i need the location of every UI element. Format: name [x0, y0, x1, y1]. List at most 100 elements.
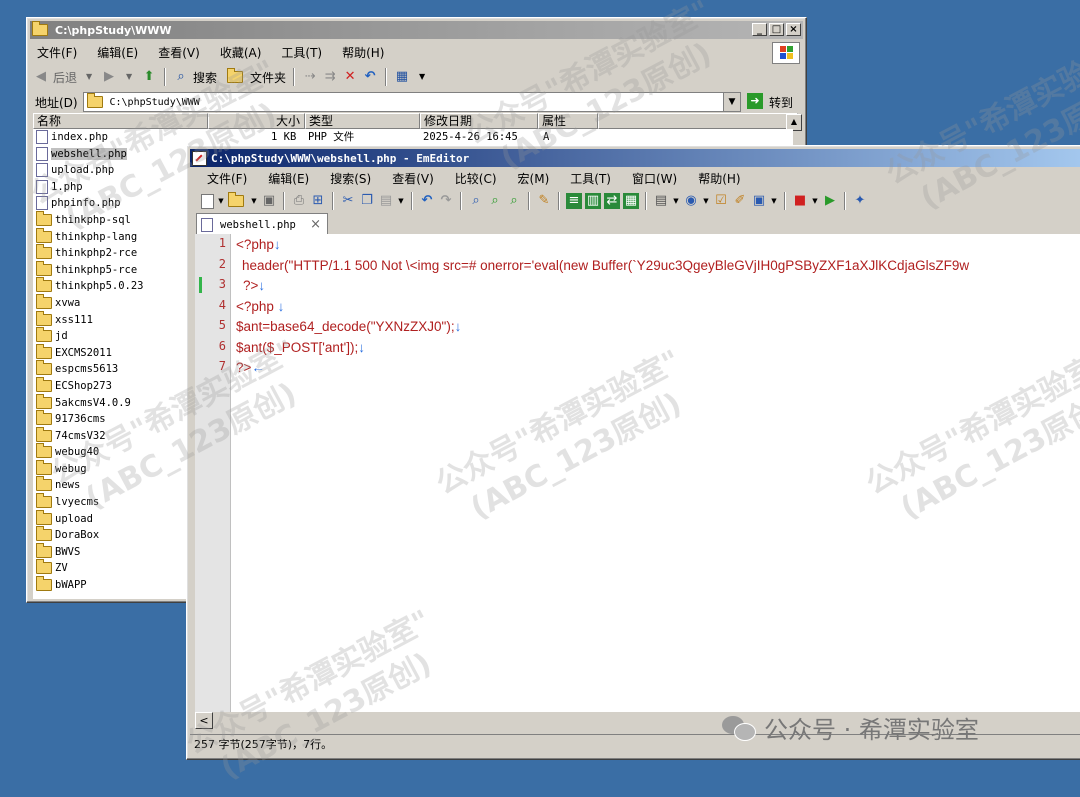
- find-next-icon[interactable]: ⌕: [487, 193, 503, 209]
- address-label: 地址(D): [35, 96, 78, 110]
- menu-file[interactable]: 文件(F): [205, 170, 249, 187]
- new-dropdown-icon[interactable]: ▼: [217, 193, 225, 209]
- layout-vertical-icon[interactable]: ▥: [585, 193, 601, 209]
- file-name: 5akcmsV4.0.9: [55, 396, 131, 409]
- globe-dropdown-icon[interactable]: ▼: [702, 193, 710, 209]
- minimize-button[interactable]: _: [752, 23, 767, 36]
- sync-icon[interactable]: ⇄: [604, 193, 620, 209]
- move-to-icon[interactable]: ⇢: [302, 69, 318, 85]
- up-folder-icon[interactable]: ⬆: [141, 69, 157, 85]
- copy-to-icon[interactable]: ⇉: [322, 69, 338, 85]
- print-icon[interactable]: ⎙: [291, 193, 307, 209]
- back-dropdown-icon[interactable]: ▼: [81, 69, 97, 85]
- menu-compare[interactable]: 比较(C): [453, 170, 499, 187]
- column-name[interactable]: 名称: [33, 113, 208, 129]
- save-icon[interactable]: ▣: [261, 193, 277, 209]
- tools-icon[interactable]: ✦: [852, 193, 868, 209]
- find-icon[interactable]: ⌕: [468, 193, 484, 209]
- back-button[interactable]: 后退: [53, 69, 77, 86]
- maximize-button[interactable]: □: [769, 23, 784, 36]
- undo-icon[interactable]: ↶: [419, 193, 435, 209]
- forward-icon[interactable]: ▶: [101, 69, 117, 85]
- record-dropdown-icon[interactable]: ▼: [811, 193, 819, 209]
- window-dropdown-icon[interactable]: ▼: [770, 193, 778, 209]
- new-file-icon[interactable]: [201, 193, 214, 209]
- menu-favorites[interactable]: 收藏(A): [218, 44, 264, 61]
- menu-help[interactable]: 帮助(H): [340, 44, 386, 61]
- column-type[interactable]: 类型: [305, 113, 420, 129]
- tab-webshell[interactable]: webshell.php ×: [196, 213, 328, 235]
- folders-icon[interactable]: [227, 68, 244, 83]
- menu-edit[interactable]: 编辑(E): [95, 44, 140, 61]
- cut-icon[interactable]: ✂: [340, 193, 356, 209]
- toolbar-separator: [385, 68, 388, 86]
- menu-tools[interactable]: 工具(T): [279, 44, 324, 61]
- redo-icon[interactable]: ↷: [438, 193, 454, 209]
- print-preview-icon[interactable]: ⊞: [310, 193, 326, 209]
- folder-icon: [32, 21, 48, 36]
- menu-help[interactable]: 帮助(H): [696, 170, 742, 187]
- column-attributes[interactable]: 属性: [538, 113, 598, 129]
- column-date[interactable]: 修改日期: [420, 113, 538, 129]
- file-name: webug: [55, 462, 87, 475]
- close-button[interactable]: ×: [786, 23, 801, 36]
- php-file-icon: [36, 146, 48, 161]
- open-dropdown-icon[interactable]: ▼: [250, 193, 258, 209]
- window-icon[interactable]: ▣: [751, 193, 767, 209]
- find-prev-icon[interactable]: ⌕: [506, 193, 522, 209]
- tab-close-icon[interactable]: ×: [310, 217, 321, 232]
- undo-icon[interactable]: ↶: [362, 69, 378, 85]
- address-dropdown-button[interactable]: ▼: [723, 93, 740, 111]
- file-list-item[interactable]: index.php 1 KB PHP 文件 2025-4-26 16:45 A: [33, 129, 793, 146]
- address-input[interactable]: C:\phpStudy\WWW ▼: [83, 92, 741, 112]
- paste-dropdown-icon[interactable]: ▼: [397, 193, 405, 209]
- record-macro-icon[interactable]: ■: [792, 193, 808, 209]
- file-name: thinkphp5-rce: [55, 263, 138, 276]
- menu-view[interactable]: 查看(V): [156, 44, 202, 61]
- checklist-icon[interactable]: ☑: [713, 193, 729, 209]
- menu-file[interactable]: 文件(F): [35, 44, 79, 61]
- file-name: bWAPP: [55, 579, 87, 592]
- file-name: lvyecms: [55, 496, 100, 509]
- views-icon[interactable]: ▦: [394, 69, 410, 85]
- go-icon[interactable]: ➜: [747, 93, 763, 109]
- folder-icon: [36, 343, 52, 359]
- folder-icon: [36, 542, 52, 558]
- globe-icon[interactable]: ◉: [683, 193, 699, 209]
- layout-horizontal-icon[interactable]: ≡: [566, 193, 582, 209]
- back-icon[interactable]: ◀: [33, 69, 49, 85]
- editor-titlebar[interactable]: C:\phpStudy\WWW\webshell.php - EmEditor: [190, 149, 1080, 167]
- marker-icon[interactable]: ✐: [732, 193, 748, 209]
- menu-search[interactable]: 搜索(S): [328, 170, 373, 187]
- search-button[interactable]: 搜索: [193, 69, 217, 86]
- scroll-left-button[interactable]: <: [195, 712, 213, 729]
- file-date: 2025-4-26 16:45: [423, 131, 518, 143]
- menu-view[interactable]: 查看(V): [390, 170, 436, 187]
- menu-macros[interactable]: 宏(M): [516, 170, 552, 187]
- emeditor-icon: [192, 150, 207, 166]
- folder-icon: [36, 227, 52, 243]
- go-button[interactable]: 转到: [769, 94, 793, 111]
- column-size[interactable]: 大小: [208, 113, 305, 129]
- folders-button[interactable]: 文件夹: [250, 69, 286, 86]
- forward-dropdown-icon[interactable]: ▼: [121, 69, 137, 85]
- doc-dropdown-icon[interactable]: ▼: [672, 193, 680, 209]
- paste-icon[interactable]: ▤: [378, 193, 394, 209]
- copy-icon[interactable]: ❐: [359, 193, 375, 209]
- open-file-icon[interactable]: [228, 192, 244, 207]
- folder-icon: [36, 327, 52, 343]
- editor-text-area[interactable]: 1 2 3 4 5 6 7 <?php↓ header("HTTP/1.1 50…: [195, 234, 1080, 712]
- delete-icon[interactable]: ✕: [342, 69, 358, 85]
- highlight-icon[interactable]: ✎: [536, 193, 552, 209]
- explorer-titlebar[interactable]: C:\phpStudy\WWW _ □ ×: [30, 21, 803, 39]
- menu-window[interactable]: 窗口(W): [630, 170, 679, 187]
- views-dropdown-icon[interactable]: ▼: [414, 69, 430, 85]
- run-macro-icon[interactable]: ▶: [822, 193, 838, 209]
- compare-icon[interactable]: ▦: [623, 193, 639, 209]
- file-name: xvwa: [55, 296, 81, 309]
- menu-edit[interactable]: 编辑(E): [266, 170, 311, 187]
- menu-tools[interactable]: 工具(T): [568, 170, 613, 187]
- editor-menubar: 文件(F) 编辑(E) 搜索(S) 查看(V) 比较(C) 宏(M) 工具(T)…: [205, 168, 743, 188]
- search-icon[interactable]: ⌕: [173, 69, 189, 85]
- document-icon[interactable]: ▤: [653, 193, 669, 209]
